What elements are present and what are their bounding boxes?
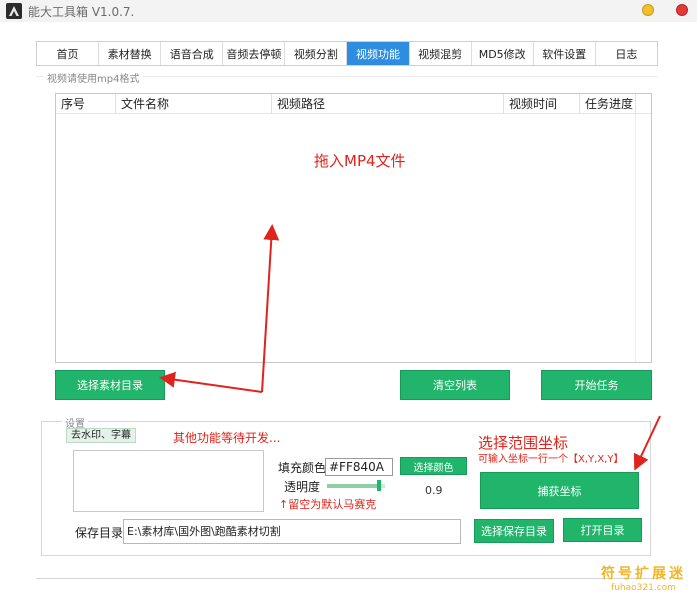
video-format-hint: 视频请使用mp4格式 <box>44 70 143 85</box>
start-task-button[interactable]: 开始任务 <box>541 370 652 400</box>
site-watermark: 符号扩展迷 fuhao321.com <box>596 563 691 593</box>
other-features-annotation: 其他功能等待开发... <box>173 431 281 445</box>
tab-speech-synthesis[interactable]: 语音合成 <box>161 42 224 65</box>
arrow-to-select-dir <box>159 371 263 393</box>
coordinates-textarea[interactable] <box>73 450 264 512</box>
column-header-task-progress[interactable]: 任务进度 <box>580 94 636 114</box>
watermark-main-text: 符号扩展迷 <box>601 566 686 582</box>
bottom-divider <box>36 578 658 579</box>
app-title: 能大工具箱 V1.0.7. <box>28 5 135 19</box>
tab-remove-watermark-subtitles[interactable]: 去水印、字幕 <box>66 428 136 443</box>
column-header-index[interactable]: 序号 <box>56 94 116 114</box>
minimize-button[interactable] <box>642 4 654 16</box>
capture-coordinates-button[interactable]: 捕获坐标 <box>480 472 639 509</box>
opacity-label: 透明度 <box>284 480 321 494</box>
watermark-url-text: fuhao321.com <box>611 583 676 593</box>
opacity-value: 0.9 <box>425 484 443 497</box>
tab-log[interactable]: 日志 <box>596 42 657 65</box>
mosaic-default-annotation: ↑留空为默认马赛克 <box>279 498 377 511</box>
select-material-dir-button[interactable]: 选择素材目录 <box>55 370 165 400</box>
app-logo-icon <box>6 3 22 19</box>
tab-software-settings[interactable]: 软件设置 <box>534 42 596 65</box>
opacity-slider-fill <box>327 484 380 488</box>
choose-color-button[interactable]: 选择颜色 <box>400 457 467 475</box>
table-scrollbar[interactable] <box>635 114 651 362</box>
close-button[interactable] <box>676 4 688 16</box>
drop-mp4-annotation: 拖入MP4文件 <box>314 152 406 170</box>
column-header-file-name[interactable]: 文件名称 <box>116 94 272 114</box>
tab-md5-modify[interactable]: MD5修改 <box>472 42 534 65</box>
tab-audio-remove-pause[interactable]: 音频去停顿 <box>223 42 286 65</box>
coordinate-format-annotation: 可输入坐标一行一个【X,Y,X,Y】 <box>478 454 624 465</box>
column-header-video-time[interactable]: 视频时间 <box>504 94 580 114</box>
tab-video-mix[interactable]: 视频混剪 <box>410 42 472 65</box>
tab-video-split[interactable]: 视频分割 <box>285 42 348 65</box>
tab-video-functions[interactable]: 视频功能 <box>347 42 410 65</box>
main-tabs: 首页 素材替换 语音合成 音频去停顿 视频分割 视频功能 视频混剪 MD5修改 … <box>36 41 658 66</box>
choose-save-dir-button[interactable]: 选择保存目录 <box>474 519 554 543</box>
table-header: 序号 文件名称 视频路径 视频时间 任务进度 <box>56 94 651 114</box>
clear-list-button[interactable]: 清空列表 <box>400 370 510 400</box>
fill-color-input[interactable]: #FF840A <box>325 458 393 476</box>
save-dir-label: 保存目录 <box>75 526 124 540</box>
tab-material-replace[interactable]: 素材替换 <box>99 42 162 65</box>
opacity-slider-thumb[interactable] <box>377 480 382 491</box>
fill-color-label: 填充颜色 <box>278 461 327 475</box>
column-header-video-path[interactable]: 视频路径 <box>272 94 504 114</box>
title-bar: 能大工具箱 V1.0.7. <box>0 0 697 22</box>
opacity-slider[interactable] <box>327 480 385 491</box>
file-drop-table[interactable]: 序号 文件名称 视频路径 视频时间 任务进度 拖入MP4文件 <box>55 93 652 363</box>
save-dir-input[interactable]: E:\素材库\国外图\跑酷素材切割 <box>123 519 461 544</box>
tab-home[interactable]: 首页 <box>37 42 100 65</box>
open-dir-button[interactable]: 打开目录 <box>563 518 642 542</box>
